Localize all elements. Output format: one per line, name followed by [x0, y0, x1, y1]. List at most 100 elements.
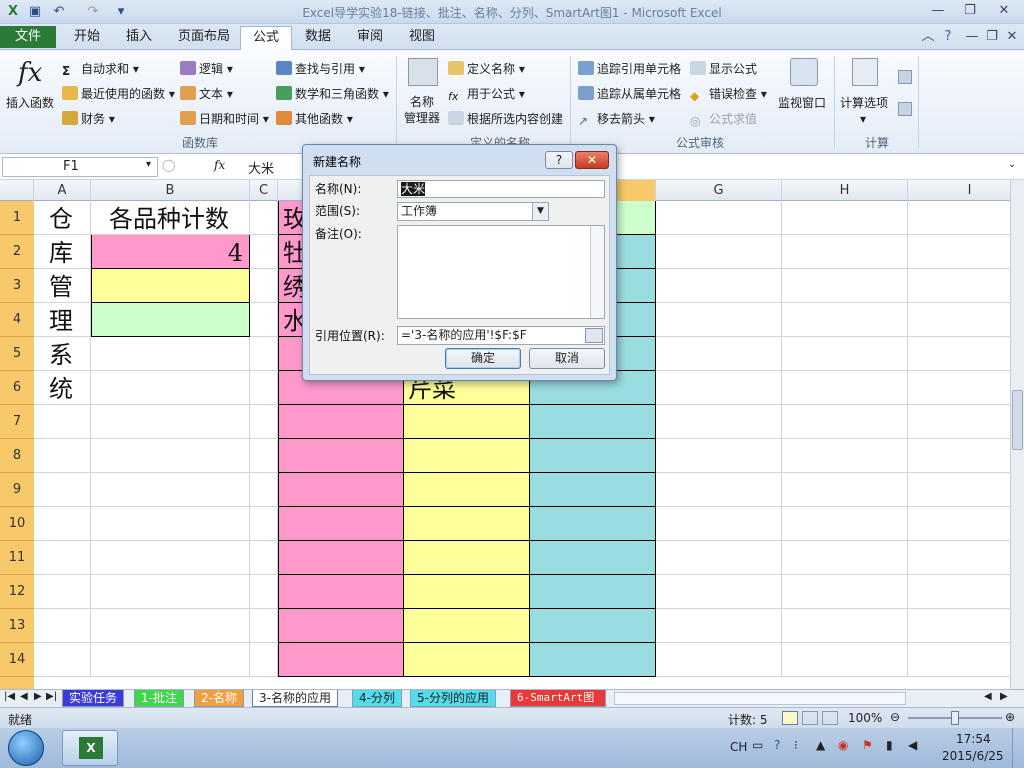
comment-scrollbar[interactable] [590, 226, 604, 318]
prev-sheet-icon[interactable]: ◀ [20, 691, 28, 702]
cell[interactable] [404, 643, 530, 677]
cell[interactable] [782, 371, 908, 405]
cell[interactable]: 库 [34, 235, 91, 269]
comment-textarea[interactable] [397, 225, 605, 319]
cell[interactable] [250, 609, 278, 643]
evaluate-formula-button[interactable]: ◎ 公式求值 [690, 110, 757, 128]
cell[interactable] [908, 643, 1010, 677]
cell[interactable] [278, 609, 404, 643]
cell[interactable] [908, 575, 1010, 609]
doc-close-icon[interactable]: ✕ [998, 28, 1024, 46]
cell[interactable] [782, 201, 908, 235]
cell[interactable] [91, 269, 250, 303]
cell[interactable] [656, 303, 782, 337]
cell[interactable] [404, 575, 530, 609]
last-sheet-icon[interactable]: ▶| [46, 691, 57, 702]
cell[interactable] [91, 609, 250, 643]
cell[interactable] [250, 405, 278, 439]
cell[interactable] [908, 337, 1010, 371]
cell[interactable] [782, 439, 908, 473]
cell[interactable] [782, 609, 908, 643]
cell[interactable] [278, 541, 404, 575]
cell[interactable] [530, 643, 656, 677]
cell[interactable] [34, 643, 91, 677]
cell[interactable] [34, 575, 91, 609]
calc-now-icon[interactable] [898, 70, 912, 84]
trace-dependents-button[interactable]: 追踪从属单元格 [578, 85, 681, 102]
start-button[interactable] [8, 730, 44, 766]
cell[interactable] [782, 337, 908, 371]
clock-time[interactable]: 17:54 [956, 732, 991, 746]
row-header[interactable]: 8 [0, 439, 34, 473]
cell[interactable] [530, 575, 656, 609]
cell[interactable] [656, 337, 782, 371]
normal-view-icon[interactable] [782, 711, 798, 725]
row-header[interactable]: 13 [0, 609, 34, 643]
column-header-h[interactable]: H [782, 180, 908, 201]
tab-view[interactable]: 视图 [397, 26, 447, 50]
cell[interactable] [656, 201, 782, 235]
row-header[interactable]: 10 [0, 507, 34, 541]
cancel-entry-icon[interactable]: ◯ [162, 158, 175, 172]
scope-dropdown-icon[interactable]: ▼ [532, 203, 548, 220]
define-name-button[interactable]: 定义名称 ▾ [448, 60, 525, 77]
next-sheet-icon[interactable]: ▶ [34, 691, 42, 702]
cell[interactable] [908, 303, 1010, 337]
cell[interactable] [656, 235, 782, 269]
scope-select[interactable]: 工作簿 ▼ [397, 202, 549, 221]
cell[interactable] [250, 643, 278, 677]
cell[interactable] [91, 405, 250, 439]
watch-window-button[interactable]: 监视窗口 [778, 94, 826, 111]
insert-function-icon[interactable]: fx [214, 158, 225, 172]
cell[interactable] [530, 439, 656, 473]
row-header[interactable]: 14 [0, 643, 34, 677]
cell[interactable] [656, 371, 782, 405]
cell[interactable] [91, 371, 250, 405]
row-header[interactable]: 2 [0, 235, 34, 269]
calc-sheet-icon[interactable] [898, 102, 912, 116]
cell[interactable] [782, 405, 908, 439]
excel-taskbar-button[interactable]: X [62, 730, 118, 766]
cell[interactable] [91, 541, 250, 575]
row-header[interactable]: 6 [0, 371, 34, 405]
cell[interactable] [656, 541, 782, 575]
cell[interactable] [404, 473, 530, 507]
cell[interactable] [908, 201, 1010, 235]
tab-home[interactable]: 开始 [62, 26, 112, 50]
cell[interactable] [908, 269, 1010, 303]
cell[interactable] [250, 303, 278, 337]
refers-to-field[interactable]: ='3-名称的应用'!$F:$F [397, 326, 605, 345]
lookup-button[interactable]: 查找与引用 ▾ [276, 60, 365, 77]
cell[interactable] [278, 405, 404, 439]
cell[interactable] [656, 575, 782, 609]
tab-insert[interactable]: 插入 [114, 26, 164, 50]
cell[interactable] [782, 575, 908, 609]
cell[interactable] [91, 575, 250, 609]
cell[interactable] [530, 609, 656, 643]
logical-button[interactable]: 逻辑 ▾ [180, 60, 233, 77]
zoom-slider-thumb[interactable] [951, 711, 959, 725]
cell[interactable] [656, 269, 782, 303]
zoom-in-icon[interactable]: ⊕ [1005, 710, 1015, 724]
cell[interactable] [250, 371, 278, 405]
zoom-out-icon[interactable]: ⊖ [890, 710, 900, 724]
cell[interactable] [250, 507, 278, 541]
row-header[interactable]: 3 [0, 269, 34, 303]
column-header-i[interactable]: I [908, 180, 1024, 201]
cell[interactable]: 管 [34, 269, 91, 303]
cell[interactable]: 理 [34, 303, 91, 337]
sheet-tab-split-application[interactable]: 5-分列的应用 [410, 690, 496, 707]
cell[interactable] [91, 643, 250, 677]
cell[interactable]: 各品种计数 [91, 201, 250, 235]
sheet-tab-smartart[interactable]: 6-SmartArt图 [510, 690, 606, 707]
cell[interactable] [34, 439, 91, 473]
scrollbar-thumb[interactable] [1012, 390, 1023, 450]
vertical-scrollbar[interactable] [1010, 180, 1024, 689]
scroll-left-icon[interactable]: ◀ [984, 691, 992, 702]
cell[interactable] [656, 643, 782, 677]
cell[interactable] [530, 541, 656, 575]
cell[interactable] [404, 541, 530, 575]
sheet-tab-split[interactable]: 4-分列 [352, 690, 402, 707]
cell[interactable] [278, 643, 404, 677]
cell[interactable] [656, 609, 782, 643]
